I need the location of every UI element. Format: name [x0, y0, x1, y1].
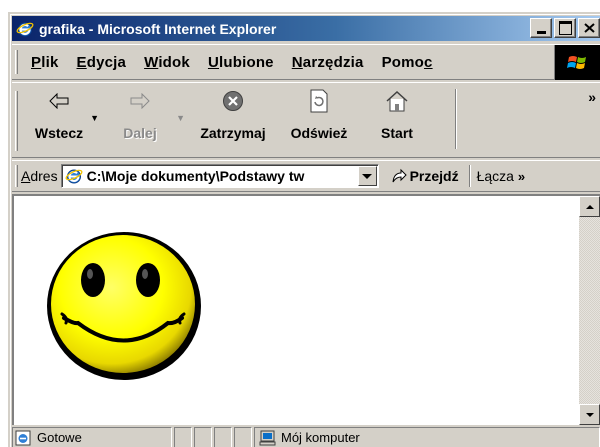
- status-panel: Gotowe: [12, 427, 172, 447]
- menu-item-narzedzia[interactable]: Narzędzia: [283, 54, 373, 71]
- links-label: Łącza: [476, 168, 514, 184]
- toolbar-overflow-button[interactable]: »: [588, 89, 596, 105]
- page-ie-icon: [65, 167, 83, 185]
- back-button[interactable]: Wstecz ▼: [23, 83, 99, 153]
- go-arrow-icon: [391, 168, 407, 184]
- menu-bar: Plik Edycja Widok Ulubione Narzędzia Pom…: [12, 44, 600, 80]
- refresh-icon: [305, 87, 333, 115]
- address-dropdown-button[interactable]: [357, 166, 377, 186]
- menu-grip[interactable]: [15, 50, 18, 74]
- go-label: Przejdź: [409, 168, 459, 184]
- zone-text: Mój komputer: [281, 430, 360, 445]
- stop-icon: [219, 87, 247, 115]
- status-text: Gotowe: [37, 430, 82, 445]
- refresh-button[interactable]: Odśwież: [279, 83, 359, 153]
- address-grip[interactable]: [15, 165, 18, 187]
- address-label-rest: dres: [30, 168, 58, 184]
- status-cell-1: [174, 427, 192, 447]
- back-arrow-icon: [45, 87, 73, 115]
- home-button[interactable]: Start: [359, 83, 435, 153]
- stop-button[interactable]: Zatrzymaj: [187, 83, 279, 153]
- status-cell-2: [194, 427, 212, 447]
- menu-item-plik[interactable]: Plik: [22, 54, 68, 71]
- minimize-button[interactable]: [530, 18, 552, 38]
- page-content: [12, 194, 600, 425]
- scroll-down-button[interactable]: [579, 404, 600, 425]
- scroll-up-button[interactable]: [579, 196, 600, 217]
- window-title: grafika - Microsoft Internet Explorer: [39, 20, 277, 37]
- address-label: Adres: [21, 168, 58, 184]
- maximize-button[interactable]: [554, 18, 576, 38]
- home-icon: [383, 87, 411, 115]
- browser-window: grafika - Microsoft Internet Explorer Pl…: [8, 12, 600, 447]
- windows-logo-icon: [554, 45, 600, 80]
- menu-item-ulubione[interactable]: Ulubione: [199, 54, 283, 71]
- menu-item-edycja[interactable]: Edycja: [68, 54, 136, 71]
- menu-item-widok[interactable]: Widok: [135, 54, 199, 71]
- status-cell-3: [214, 427, 232, 447]
- back-dropdown-icon[interactable]: ▼: [90, 113, 99, 123]
- go-button[interactable]: Przejdź: [391, 168, 459, 184]
- security-zone-panel: Mój komputer: [254, 427, 600, 447]
- vertical-scrollbar[interactable]: [579, 196, 600, 425]
- status-cell-4: [234, 427, 252, 447]
- page-done-icon: [15, 430, 32, 446]
- status-bar: Gotowe Mój komputer: [12, 427, 600, 447]
- toolbar-grip[interactable]: [15, 91, 18, 151]
- links-separator: [468, 165, 471, 187]
- forward-arrow-icon: [126, 87, 154, 115]
- address-input[interactable]: C:\Moje dokumenty\Podstawy tw: [60, 164, 379, 188]
- address-value[interactable]: C:\Moje dokumenty\Podstawy tw: [87, 168, 358, 184]
- my-computer-icon: [259, 430, 276, 446]
- links-button[interactable]: Łącza »: [476, 168, 526, 184]
- window-controls: [528, 18, 600, 38]
- forward-dropdown-icon[interactable]: ▼: [176, 113, 185, 123]
- smiley-face-image: [47, 232, 201, 380]
- ie-logo-icon[interactable]: [16, 20, 34, 38]
- title-bar[interactable]: grafika - Microsoft Internet Explorer: [12, 16, 600, 41]
- address-bar: Adres C:\Moje dokumenty\Podstawy tw Prze…: [12, 160, 600, 192]
- links-overflow[interactable]: »: [518, 169, 525, 184]
- forward-button[interactable]: Dalej ▼: [101, 83, 185, 153]
- close-icon: [583, 23, 595, 33]
- close-button[interactable]: [578, 18, 600, 38]
- standard-toolbar: Wstecz ▼ Dalej ▼ Zatrzymaj Odśwież Start…: [12, 82, 600, 158]
- toolbar-separator: [455, 89, 457, 149]
- menu-item-pomoc[interactable]: Pomoc: [373, 54, 442, 71]
